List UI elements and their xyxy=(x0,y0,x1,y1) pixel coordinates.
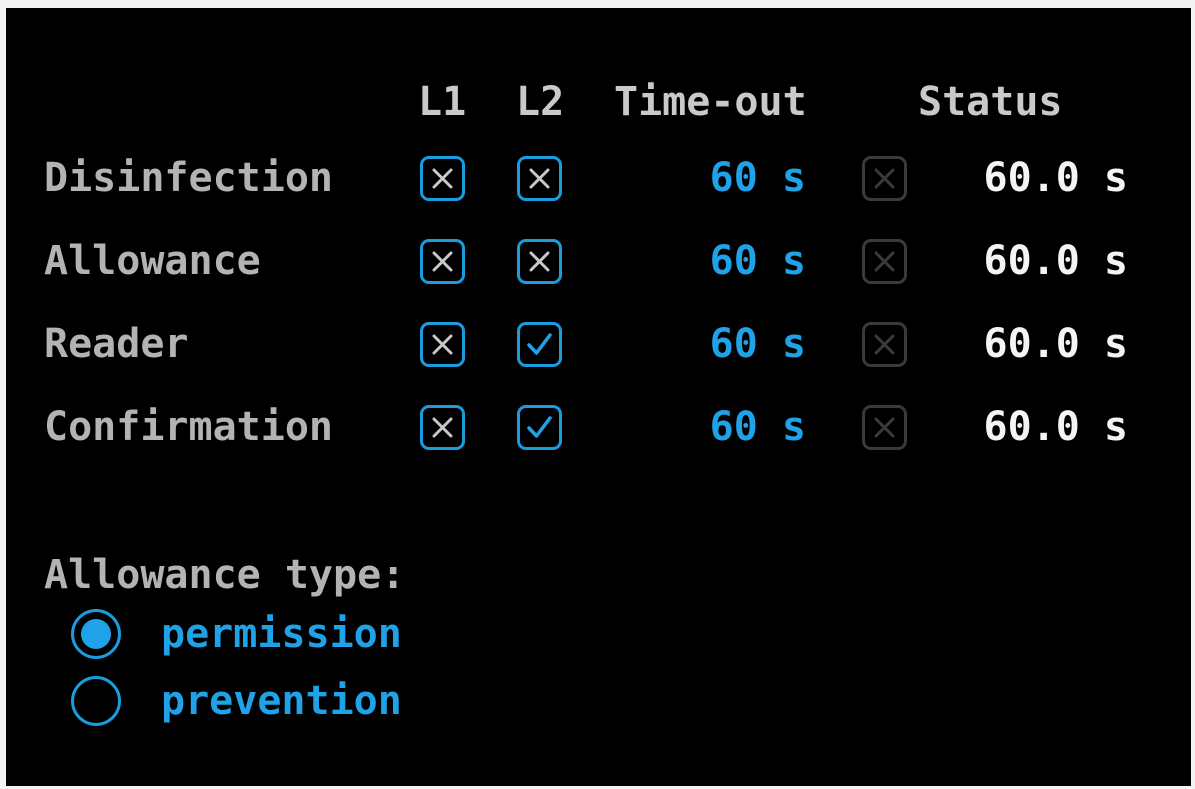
x-mark-icon xyxy=(874,251,895,272)
check-mark-icon xyxy=(527,416,552,438)
radio-button-permission[interactable] xyxy=(71,609,121,659)
header-l2: L2 xyxy=(516,79,565,125)
l1-checkbox-disinfection[interactable] xyxy=(420,156,465,201)
allowance-type-title: Allowance type: xyxy=(44,552,406,598)
status-indicator-reader xyxy=(862,322,907,367)
l2-checkbox-allowance[interactable] xyxy=(517,239,562,284)
x-mark-icon xyxy=(874,417,895,438)
status-indicator-disinfection xyxy=(862,156,907,201)
check-mark-icon xyxy=(527,333,552,355)
row-label-confirmation: Confirmation xyxy=(44,404,333,450)
radio-selected-dot xyxy=(81,619,111,649)
l2-checkbox-disinfection[interactable] xyxy=(517,156,562,201)
timeout-value-reader[interactable]: 60 s xyxy=(646,320,806,368)
l1-checkbox-reader[interactable] xyxy=(420,322,465,367)
x-mark-icon xyxy=(432,334,453,355)
timeout-value-disinfection[interactable]: 60 s xyxy=(646,154,806,202)
l1-checkbox-allowance[interactable] xyxy=(420,239,465,284)
status-indicator-allowance xyxy=(862,239,907,284)
status-value-allowance: 60.0 s xyxy=(983,238,1129,284)
row-label-allowance: Allowance xyxy=(44,238,261,284)
header-status: Status xyxy=(918,79,1063,125)
row-label-disinfection: Disinfection xyxy=(44,155,333,201)
radio-button-prevention[interactable] xyxy=(71,676,121,726)
radio-label-permission[interactable]: permission xyxy=(161,610,402,658)
status-value-confirmation: 60.0 s xyxy=(983,404,1129,450)
status-value-disinfection: 60.0 s xyxy=(983,155,1129,201)
x-mark-icon xyxy=(432,417,453,438)
settings-panel: L1 L2 Time-out Status Disinfection 60 s … xyxy=(6,8,1191,786)
x-mark-icon xyxy=(874,168,895,189)
header-timeout: Time-out xyxy=(614,79,807,125)
radio-label-prevention[interactable]: prevention xyxy=(161,677,402,725)
l2-checkbox-confirmation[interactable] xyxy=(517,405,562,450)
x-mark-icon xyxy=(529,251,550,272)
x-mark-icon xyxy=(874,334,895,355)
l2-checkbox-reader[interactable] xyxy=(517,322,562,367)
row-label-reader: Reader xyxy=(44,321,189,367)
timeout-value-confirmation[interactable]: 60 s xyxy=(646,403,806,451)
status-value-reader: 60.0 s xyxy=(983,321,1129,367)
header-l1: L1 xyxy=(418,79,467,125)
l1-checkbox-confirmation[interactable] xyxy=(420,405,465,450)
x-mark-icon xyxy=(529,168,550,189)
x-mark-icon xyxy=(432,251,453,272)
x-mark-icon xyxy=(432,168,453,189)
status-indicator-confirmation xyxy=(862,405,907,450)
timeout-value-allowance[interactable]: 60 s xyxy=(646,237,806,285)
